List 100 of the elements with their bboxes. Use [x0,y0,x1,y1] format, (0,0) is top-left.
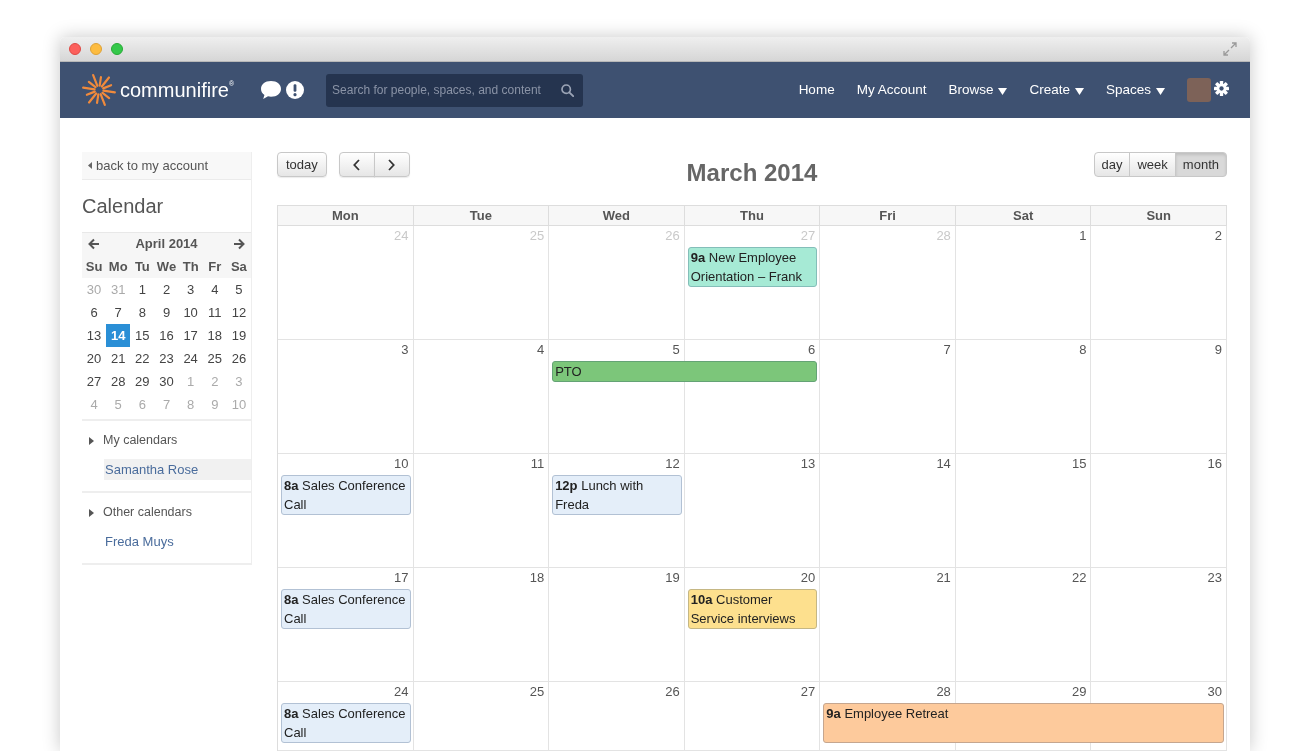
mini-calendar-date[interactable]: 24 [178,347,203,370]
logo-text[interactable]: communifire$^{®}$ [120,78,235,102]
mini-calendar-date[interactable]: 27 [82,370,107,393]
day-number: 18 [529,570,545,586]
back-link[interactable]: back to my account [82,152,251,180]
mini-calendar-date[interactable]: 29 [130,370,155,393]
mini-calendar-date[interactable]: 6 [82,301,107,324]
day-number: 2 [1214,228,1222,244]
alert-icon[interactable] [286,81,305,99]
day-number: 6 [808,342,816,358]
section-title[interactable]: My calendars [103,432,178,449]
day-number: 7 [943,342,951,358]
mini-calendar-date[interactable]: 28 [106,370,131,393]
nav-link[interactable]: Browse [948,79,1008,101]
mini-calendar-date[interactable]: 22 [130,347,155,370]
chat-bubble-icon[interactable] [261,81,282,99]
next-button[interactable] [373,152,410,177]
weekday-header: Sun [1091,206,1227,226]
search-field[interactable]: Search for people, spaces, and content [326,73,584,107]
mini-calendar-date[interactable]: 4 [202,278,227,301]
mini-calendar-date[interactable]: 3 [178,278,203,301]
day-number: 23 [1207,570,1222,586]
mini-calendar-date[interactable]: 15 [130,324,155,347]
day-number: 16 [1207,456,1222,472]
day-number: 5 [672,342,680,358]
mini-calendar-date[interactable]: 17 [178,324,203,347]
mini-calendar-date[interactable]: 11 [202,301,227,324]
view-tab[interactable]: week [1129,152,1176,177]
section-title[interactable]: Other calendars [103,504,192,521]
day-number: 4 [536,342,545,358]
calendar-event[interactable]: 9a Employee Retreat [823,703,1224,743]
search-icon[interactable] [561,83,575,97]
mini-calendar-date[interactable]: 1 [130,278,155,301]
mini-calendar-date[interactable]: 19 [226,324,251,347]
mini-calendar-date[interactable]: 16 [154,324,179,347]
day-number: 29 [1071,684,1087,700]
caret-down-icon [1156,88,1165,95]
day-number: 30 [1207,684,1222,700]
mini-calendar-month: April 2014 [135,235,198,254]
view-tab[interactable]: month [1174,152,1227,177]
weekday-label: Fr [208,257,222,276]
mini-calendar-date[interactable]: 10 [178,301,203,324]
day-number: 20 [800,570,816,586]
mini-calendar-date[interactable]: 13 [82,324,107,347]
previous-button[interactable] [338,152,375,177]
nav-link[interactable]: My Account [856,79,927,101]
settings-icon[interactable] [1214,81,1229,96]
day-number: 24 [394,684,409,700]
day-number: 8 [1079,342,1087,358]
caret-left-icon [88,162,92,169]
calendar-link[interactable]: Samantha Rose [104,459,251,480]
triangle-right-icon[interactable] [89,508,94,517]
arrow-left-icon[interactable] [88,238,100,250]
mini-calendar-date[interactable]: 18 [202,324,227,347]
mini-calendar-date[interactable]: 25 [202,347,227,370]
mini-calendar-date[interactable]: 7 [106,301,131,324]
weekday-label: Su [85,257,103,276]
weekday-label: Sa [230,257,247,276]
calendar-event[interactable]: 8a Sales Conference Call [281,589,411,629]
calendar-event[interactable]: 10a Customer Service interviews [687,589,818,629]
weekday-label: Th [182,257,199,276]
chevron-left-icon [353,158,361,171]
weekday-header: Fri [820,206,956,226]
nav-link[interactable]: Create [1029,79,1084,101]
sunburst-logo-icon[interactable] [82,73,116,107]
day-number: 22 [1071,570,1087,586]
weekday-header: Tue [413,206,550,226]
mini-calendar-date[interactable]: 9 [154,301,179,324]
mini-calendar-date[interactable]: 12 [226,301,251,324]
day-number: 25 [529,684,545,700]
nav-link[interactable]: Home [798,79,835,101]
weekday-label: We [156,257,177,276]
calendar-event[interactable]: PTO [552,361,818,382]
day-number: 3 [401,342,409,358]
mini-calendar-date[interactable]: 8 [130,301,155,324]
mini-calendar-date[interactable]: 5 [226,278,251,301]
calendar-event[interactable]: 8a Sales Conference Call [281,703,411,743]
weekday-label: Mo [108,257,128,276]
day-number: 11 [530,456,545,472]
weekday-header: Wed [549,206,685,226]
triangle-right-icon[interactable] [89,436,94,445]
mini-calendar-date[interactable]: 20 [82,347,107,370]
nav-link[interactable]: Spaces [1105,79,1165,101]
calendar-event[interactable]: 12p Lunch with Freda [552,475,682,515]
view-tab[interactable]: day [1093,152,1131,177]
mini-calendar-date[interactable]: 14 [106,324,131,347]
caret-down-icon [1074,88,1084,95]
window-close-icon[interactable] [69,43,81,55]
mini-calendar-date[interactable]: 26 [226,347,251,370]
today-button[interactable]: today [277,152,327,177]
mini-calendar-date[interactable]: 23 [154,347,179,370]
calendar-event[interactable]: 9a New Employee Orientation – Frank [687,247,818,287]
mini-calendar-date[interactable]: 30 [154,370,179,393]
mini-calendar-date[interactable]: 21 [106,347,131,370]
mini-calendar-date[interactable]: 2 [154,278,179,301]
sidebar-title: Calendar [82,194,165,218]
weekday-label: Tu [134,257,150,276]
arrow-right-icon[interactable] [233,238,245,250]
day-number: 13 [800,456,816,472]
calendar-event[interactable]: 8a Sales Conference Call [281,475,411,515]
